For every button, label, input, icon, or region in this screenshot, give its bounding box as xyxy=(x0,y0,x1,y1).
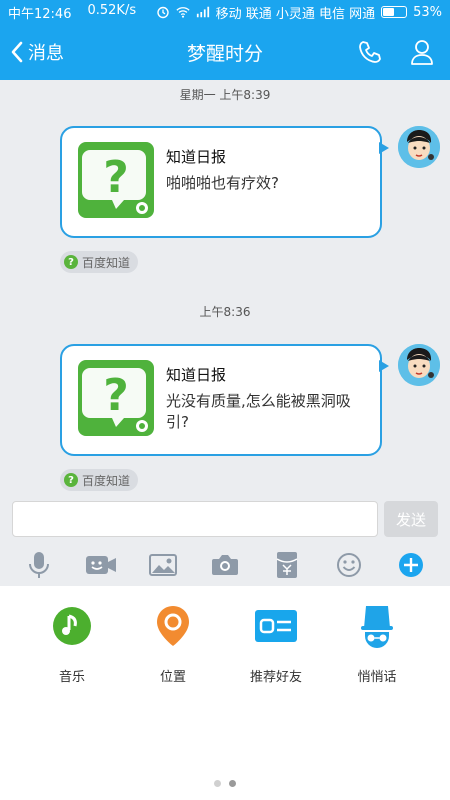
source-tag[interactable]: ? 百度知道 xyxy=(60,251,139,273)
zhidao-logo-icon: ? xyxy=(64,473,78,487)
message-card[interactable]: ? 知道日报 啪啪啪也有疗效? xyxy=(60,126,389,238)
person-icon xyxy=(411,40,433,65)
battery-fill xyxy=(383,8,395,16)
message-card[interactable]: ? 知道日报 光没有质量,怎么能被黑洞吸引? xyxy=(60,344,389,456)
message-timestamp: 星期一 上午8:39 xyxy=(179,88,271,102)
card-title: 知道日报 xyxy=(166,148,227,166)
avatar[interactable] xyxy=(398,344,440,386)
card-title: 知道日报 xyxy=(166,366,227,384)
zhidao-logo-icon: ? xyxy=(64,255,78,269)
alarm-icon xyxy=(156,5,170,19)
zhidao-app-icon: ? xyxy=(78,360,154,436)
phone-call-button[interactable] xyxy=(354,36,386,68)
emoji-icon[interactable] xyxy=(329,547,369,583)
send-button[interactable]: 发送 xyxy=(384,501,438,537)
battery-percent: 53% xyxy=(413,4,442,20)
panel-item-location[interactable]: 位置 xyxy=(128,604,218,685)
plus-icon[interactable] xyxy=(391,547,431,583)
svg-text:?: ? xyxy=(103,370,129,421)
zhidao-app-icon: ? xyxy=(78,142,154,218)
avatar[interactable] xyxy=(398,126,440,168)
camera-icon[interactable] xyxy=(205,547,245,583)
whisper-icon xyxy=(355,604,399,648)
carrier-list: 移动 联通 小灵通 电信 网通 xyxy=(215,6,376,22)
page-dot-active[interactable] xyxy=(229,780,236,787)
message-input[interactable] xyxy=(12,501,378,537)
network-speed: 0.52K/s xyxy=(87,2,137,18)
plus-panel: 音乐 位置 推荐好友 悄悄话 xyxy=(0,586,450,800)
panel-item-whisper[interactable]: 悄悄话 xyxy=(332,604,422,685)
panel-item-music[interactable]: 音乐 xyxy=(27,604,117,685)
source-label: 百度知道 xyxy=(82,255,131,270)
back-button[interactable]: 消息 xyxy=(0,24,64,80)
source-tag[interactable]: ? 百度知道 xyxy=(60,469,139,491)
page-dot[interactable] xyxy=(214,780,221,787)
location-icon xyxy=(151,604,195,648)
message-timestamp: 上午8:36 xyxy=(199,305,251,319)
status-bar: 中午12:46 0.52K/s 移动 联通 小灵通 电信 网通 53% xyxy=(0,0,450,24)
microphone-icon[interactable] xyxy=(19,547,59,583)
battery-icon xyxy=(381,6,408,18)
card-description: 光没有质量,怎么能被黑洞吸引? xyxy=(166,392,351,431)
panel-item-label: 位置 xyxy=(159,670,186,685)
bubble-tail xyxy=(379,360,389,372)
title-bar: 消息 梦醒时分 xyxy=(0,24,450,80)
phone-icon xyxy=(359,41,381,63)
wifi-icon xyxy=(175,5,190,19)
source-label: 百度知道 xyxy=(82,473,131,488)
chevron-left-icon xyxy=(11,41,23,63)
panel-item-label: 音乐 xyxy=(58,670,85,685)
svg-text:?: ? xyxy=(103,152,129,203)
status-time: 中午12:46 xyxy=(8,6,72,22)
profile-button[interactable] xyxy=(406,36,438,68)
signal-icon xyxy=(196,5,210,19)
panel-item-recommend-friend[interactable]: 推荐好友 xyxy=(231,604,321,685)
input-bar: 发送 xyxy=(0,492,450,544)
bubble-tail xyxy=(379,142,389,154)
panel-item-label: 悄悄话 xyxy=(357,670,397,685)
panel-item-label: 推荐好友 xyxy=(249,670,302,685)
card-description: 啪啪啪也有疗效? xyxy=(166,174,279,192)
video-icon[interactable] xyxy=(81,547,121,583)
input-toolbar xyxy=(0,544,450,586)
image-icon[interactable] xyxy=(143,547,183,583)
music-icon xyxy=(50,604,94,648)
back-label: 消息 xyxy=(28,43,64,64)
contact-card-icon xyxy=(254,604,298,648)
red-packet-icon[interactable] xyxy=(267,547,307,583)
page-indicator xyxy=(0,780,450,787)
